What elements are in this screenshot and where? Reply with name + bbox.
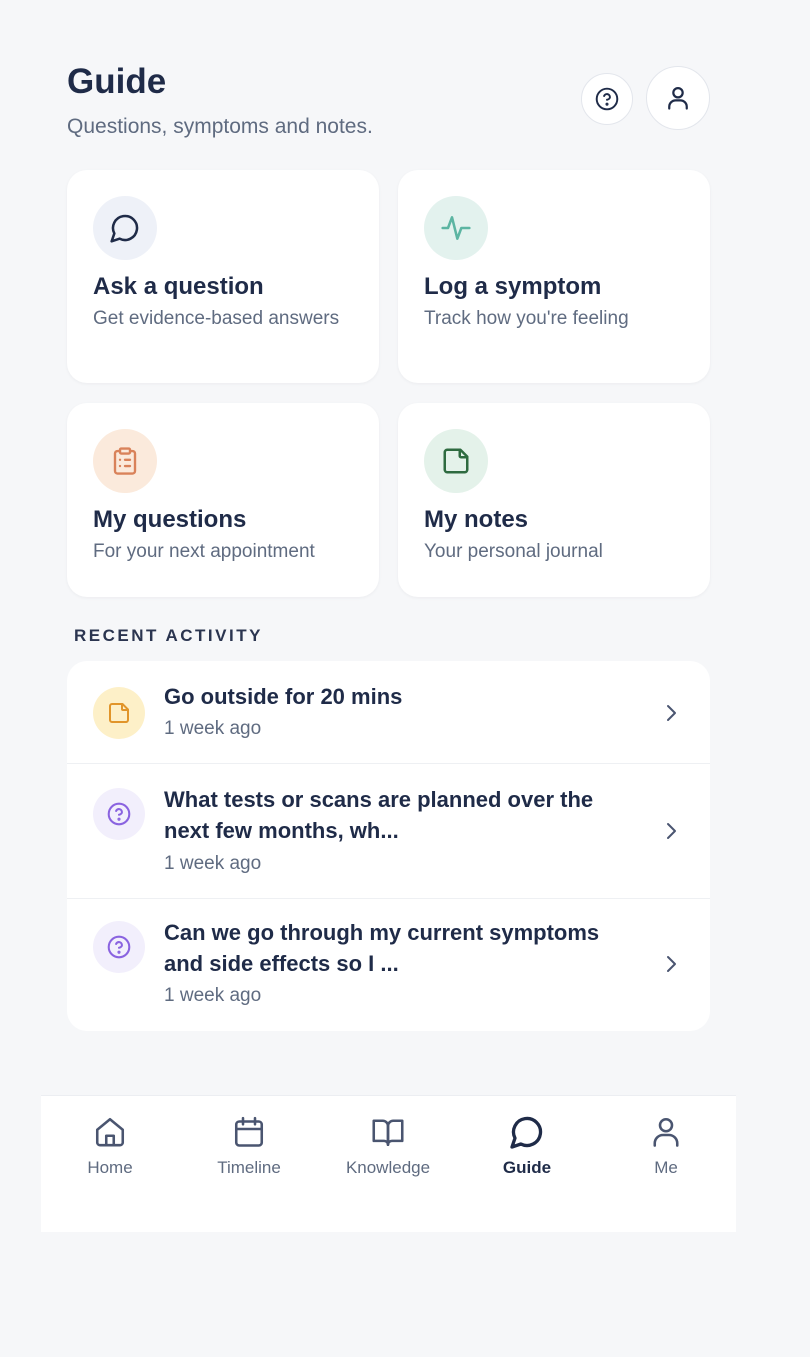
card-title: Ask a question xyxy=(93,273,264,300)
list-item[interactable]: Go outside for 20 mins 1 week ago xyxy=(67,661,710,764)
card-description: Track how you're feeling xyxy=(424,308,629,329)
nav-item-knowledge[interactable]: Knowledge xyxy=(328,1114,448,1178)
activity-time: 1 week ago xyxy=(164,718,262,739)
activity-icon xyxy=(441,216,471,240)
sticky-note-icon xyxy=(443,448,469,474)
card-icon-wrap xyxy=(424,429,488,493)
card-description: Your personal journal xyxy=(424,541,603,562)
chevron-right-icon xyxy=(667,705,676,721)
ask-question-card[interactable]: Ask a question Get evidence-based answer… xyxy=(67,170,379,383)
card-icon-wrap xyxy=(93,429,157,493)
row-icon-wrap xyxy=(93,921,145,973)
card-icon-wrap xyxy=(93,196,157,260)
message-circle-icon xyxy=(510,1116,543,1149)
row-icon-wrap xyxy=(93,788,145,840)
nav-label: Me xyxy=(654,1158,678,1177)
nav-label: Knowledge xyxy=(345,1158,431,1177)
activity-title: Go outside for 20 mins xyxy=(164,684,403,709)
card-description: Get evidence-based answers xyxy=(93,308,340,329)
nav-item-me[interactable]: Me xyxy=(606,1114,726,1178)
card-description: For your next appointment xyxy=(93,541,315,562)
question-icon xyxy=(107,935,131,959)
activity-time: 1 week ago xyxy=(164,985,262,1006)
activity-time: 1 week ago xyxy=(164,853,262,874)
nav-item-home[interactable]: Home xyxy=(50,1114,170,1178)
book-open-icon xyxy=(372,1119,404,1147)
chevron-right-icon xyxy=(667,956,676,972)
activity-title: Can we go through my current symptoms an… xyxy=(164,920,600,976)
user-icon xyxy=(653,1117,679,1147)
my-questions-card[interactable]: My questions For your next appointment xyxy=(67,403,379,597)
nav-label: Guide xyxy=(502,1158,552,1177)
chevron-right-icon xyxy=(667,823,676,839)
log-symptom-card[interactable]: Log a symptom Track how you're feeling xyxy=(398,170,710,383)
list-item[interactable]: Can we go through my current symptoms an… xyxy=(67,899,710,1031)
nav-label: Home xyxy=(87,1158,133,1177)
guide-screen: Guide Questions, symptoms and notes. Ask… xyxy=(0,0,810,1357)
user-icon xyxy=(668,86,688,110)
my-notes-card[interactable]: My notes Your personal journal xyxy=(398,403,710,597)
card-title: Log a symptom xyxy=(424,273,602,300)
card-icon-wrap xyxy=(424,196,488,260)
bottom-nav: Home Timeline Knowledge Guide Me xyxy=(41,1095,736,1232)
nav-item-guide[interactable]: Guide xyxy=(467,1114,587,1178)
card-title: My notes xyxy=(424,506,529,533)
profile-button[interactable] xyxy=(646,66,710,130)
question-icon xyxy=(107,802,131,826)
list-item[interactable]: What tests or scans are planned over the… xyxy=(67,764,710,899)
row-icon-wrap xyxy=(93,687,145,739)
nav-item-timeline[interactable]: Timeline xyxy=(189,1114,309,1178)
clipboard-list-icon xyxy=(113,447,137,475)
activity-title: What tests or scans are planned over the… xyxy=(164,787,594,843)
help-circle-icon xyxy=(595,87,619,111)
help-button[interactable] xyxy=(581,73,633,125)
note-icon xyxy=(109,703,129,723)
nav-label: Timeline xyxy=(217,1158,281,1177)
page-header: Guide Questions, symptoms and notes. xyxy=(67,62,710,142)
card-title: My questions xyxy=(93,506,247,533)
recent-activity-heading: RECENT ACTIVITY xyxy=(74,626,263,645)
recent-activity-list: Go outside for 20 mins 1 week ago What t… xyxy=(67,661,710,1031)
calendar-icon xyxy=(234,1116,264,1147)
message-circle-icon xyxy=(110,214,139,243)
home-icon xyxy=(95,1117,125,1147)
